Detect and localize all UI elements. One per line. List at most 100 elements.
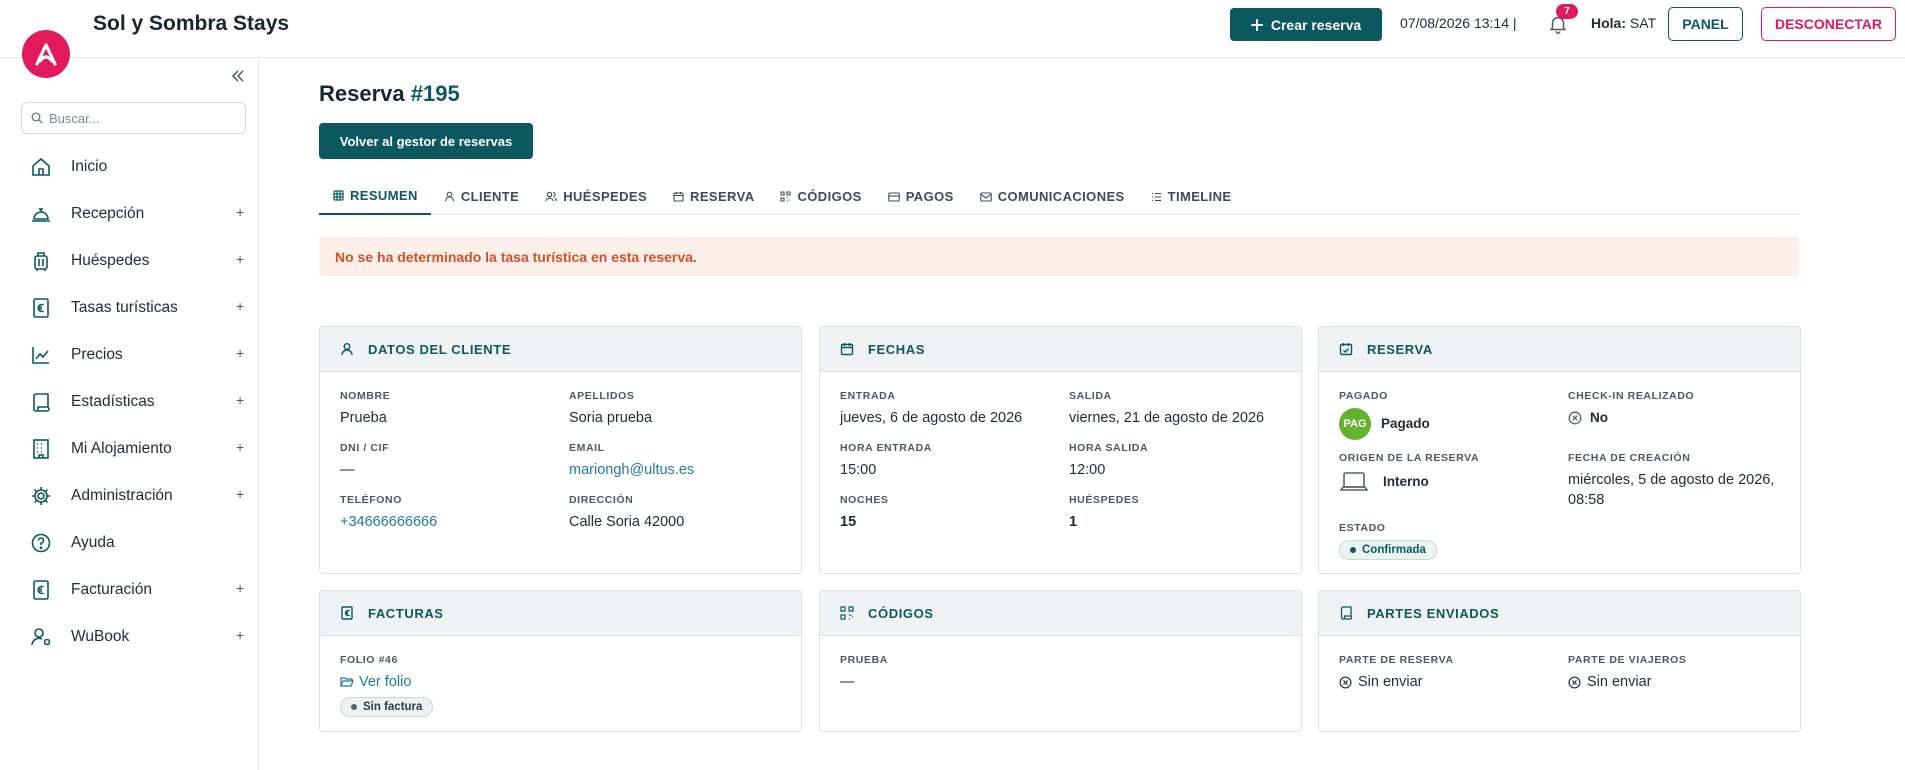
sidebar-item-estadisticas[interactable]: Estadísticas + [0,378,259,425]
client-email-link[interactable]: mariongh@ultus.es [569,460,779,480]
collapse-sidebar-icon[interactable] [230,68,246,84]
sidebar-item-precios[interactable]: Precios + [0,331,259,378]
expand-icon[interactable]: + [236,298,244,314]
sidebar-item-label: Inicio [71,157,108,175]
field-label: HORA SALIDA [1069,442,1149,454]
qr-icon [780,191,792,202]
user-greeting: Hola: SAT [1591,15,1656,31]
reservation-card: RESERVA PAGADO PAG Pagado CHECK-IN REALI… [1318,326,1801,574]
sidebar-item-facturacion[interactable]: Facturación + [0,566,259,613]
sidebar-item-huespedes[interactable]: Huéspedes + [0,237,259,284]
euro-tax-icon [30,297,52,319]
card-body: PARTE DE RESERVA Sin enviar PARTE DE VIA… [1319,636,1800,724]
card-header: FACTURAS [320,591,801,636]
field-label: SALIDA [1069,390,1112,402]
mail-icon [979,191,992,202]
credit-card-icon [887,191,900,202]
expand-icon[interactable]: + [236,580,244,596]
back-to-reservations-button[interactable]: Volver al gestor de reservas [319,123,533,159]
check-out-time: 12:00 [1069,462,1106,478]
tourist-tax-alert: No se ha determinado la tasa turística e… [319,237,1799,276]
tab-label: TIMELINE [1167,189,1232,204]
card-header: FECHAS [820,327,1301,372]
invoice-euro-icon [30,579,52,601]
app-logo[interactable] [22,30,70,78]
expand-icon[interactable]: + [236,439,244,455]
sidebar-item-inicio[interactable]: Inicio [0,143,259,190]
top-bar: Sol y Sombra Stays Crear reserva 07/08/2… [0,0,1905,58]
current-datetime: 07/08/2026 13:14 | [1400,15,1517,31]
dates-card: FECHAS ENTRADA jueves, 6 de agosto de 202… [819,326,1302,574]
tab-codigos[interactable]: CÓDIGOS [767,178,874,215]
travelers-report-status: Sin enviar [1587,674,1652,690]
view-folio-link[interactable]: Ver folio [340,672,781,692]
card-header: PARTES ENVIADOS [1319,591,1800,636]
expand-icon[interactable]: + [236,251,244,267]
field-label: TELÉFONO [340,494,402,506]
card-title: FECHAS [868,341,926,357]
expand-icon[interactable]: + [236,204,244,220]
greeting-label: Hola: [1591,15,1626,31]
calendar-icon [673,192,684,202]
tab-reserva[interactable]: RESERVA [660,178,767,215]
sidebar: Inicio Recepción + Huéspedes + Tasas tur… [0,58,259,770]
field-label: PAGADO [1339,390,1388,402]
tab-huespedes[interactable]: HUÉSPEDES [532,178,660,215]
users-icon [545,191,558,202]
client-phone-link[interactable]: +34666666666 [340,512,569,532]
card-header: CÓDIGOS [820,591,1301,636]
logout-button[interactable]: DESCONECTAR [1761,7,1896,41]
paid-status: Pagado [1381,416,1430,431]
calendar-icon [840,343,854,356]
sidebar-item-label: Huéspedes [71,251,150,269]
sidebar-item-tasas-turisticas[interactable]: Tasas turísticas + [0,284,259,331]
tab-pagos[interactable]: PAGOS [875,178,967,215]
sidebar-item-label: WuBook [71,627,130,645]
expand-icon[interactable]: + [236,486,244,502]
check-in-time: 15:00 [840,462,877,478]
paid-status-badge: PAG [1339,408,1371,440]
search-input[interactable] [49,110,234,126]
field-label: PARTE DE VIAJEROS [1568,654,1687,666]
field-label: HUÉSPEDES [1069,494,1140,506]
create-reservation-button[interactable]: Crear reserva [1230,8,1382,41]
expand-icon[interactable]: + [236,345,244,361]
invoices-card: FACTURAS FOLIO #46 Ver folio Sin factura [319,590,802,732]
calendar-check-icon [1339,343,1353,356]
scroll-icon [30,391,52,413]
panel-button[interactable]: PANEL [1668,7,1743,41]
sidebar-item-ayuda[interactable]: Ayuda [0,519,259,566]
nights-count: 15 [840,514,857,530]
sidebar-item-label: Precios [71,345,123,363]
tab-cliente[interactable]: CLIENTE [431,178,532,215]
user-name: SAT [1629,15,1657,31]
sidebar-item-label: Recepción [71,204,145,222]
sidebar-item-mi-alojamiento[interactable]: Mi Alojamiento + [0,425,259,472]
card-title: CÓDIGOS [868,605,934,621]
chart-line-icon [30,344,52,366]
field-label: DNI / CIF [340,442,390,454]
status-text: Confirmada [1362,544,1426,556]
tab-timeline[interactable]: TIMELINE [1138,178,1245,215]
client-data-card: DATOS DEL CLIENTE NOMBRE Prueba APELLIDOS… [319,326,802,574]
expand-icon[interactable]: + [236,392,244,408]
sidebar-item-administracion[interactable]: Administración + [0,472,259,519]
building-icon [30,438,52,460]
sidebar-item-label: Administración [71,486,173,504]
folio-label: FOLIO #46 [340,654,398,666]
sidebar-item-recepcion[interactable]: Recepción + [0,190,259,237]
field-label: EMAIL [569,442,605,454]
expand-icon[interactable]: + [236,627,244,643]
sidebar-item-wubook[interactable]: WuBook + [0,613,259,660]
client-address: Calle Soria 42000 [569,514,685,530]
status-badge: Confirmada [1339,540,1437,560]
tab-comunicaciones[interactable]: COMUNICACIONES [967,178,1138,215]
tab-label: RESUMEN [350,188,418,203]
card-title: PARTES ENVIADOS [1367,605,1500,621]
card-title: DATOS DEL CLIENTE [368,341,512,357]
x-circle-icon [1568,675,1581,689]
field-label: CHECK-IN REALIZADO [1568,390,1695,402]
tab-resumen[interactable]: RESUMEN [319,178,431,215]
luggage-icon [30,250,52,272]
field-label: ORIGEN DE LA RESERVA [1339,452,1480,464]
